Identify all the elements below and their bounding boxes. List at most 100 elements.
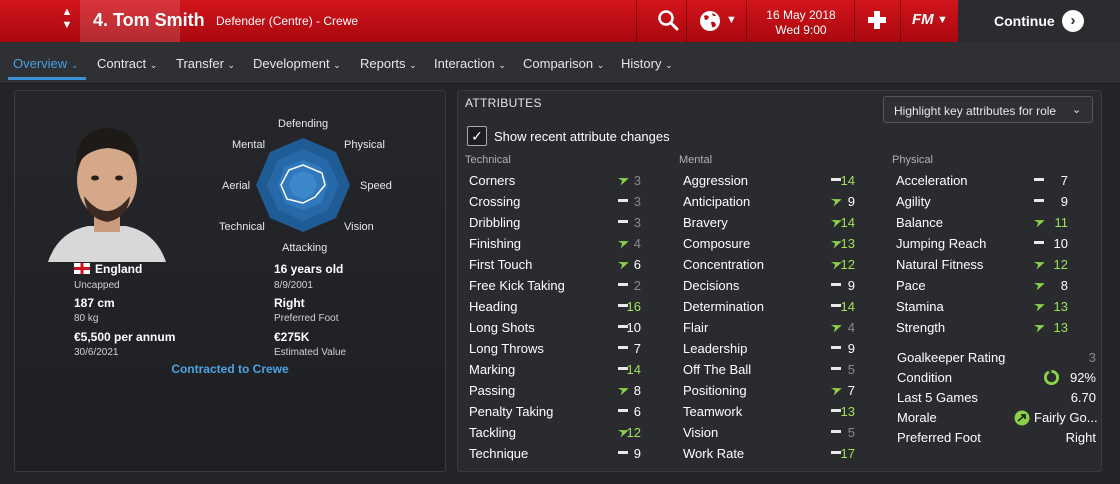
attribute-row[interactable]: Long Shots 10 <box>465 317 675 337</box>
mental-header: Mental <box>679 154 713 166</box>
attribute-row[interactable]: Vision 5 <box>679 422 889 442</box>
attribute-row[interactable]: Strength 13 <box>892 317 1102 337</box>
attribute-row[interactable]: Dribbling 3 <box>465 212 675 232</box>
attribute-row[interactable]: Aggression 14 <box>679 170 889 190</box>
attribute-row[interactable]: Marking 14 <box>465 359 675 379</box>
tab-label: Interaction <box>434 56 495 71</box>
nationality[interactable]: England <box>95 262 142 276</box>
attribute-value: 13 <box>1053 320 1068 335</box>
search-icon[interactable] <box>656 8 680 32</box>
tab-history[interactable]: History ⌄ <box>621 56 673 71</box>
attribute-row[interactable]: Concentration 12 <box>679 254 889 274</box>
condition-value: 92% <box>1069 370 1096 385</box>
attribute-row[interactable]: Decisions 9 <box>679 275 889 295</box>
attribute-row[interactable]: Stamina 13 <box>892 296 1102 316</box>
contracted-to-link[interactable]: Contracted to Crewe <box>0 362 460 376</box>
attribute-row[interactable]: First Touch 6 <box>465 254 675 274</box>
attribute-name: Bravery <box>683 215 728 230</box>
attribute-row[interactable]: Teamwork 13 <box>679 401 889 421</box>
time-text: Wed 9:00 <box>775 23 827 37</box>
attribute-value: 14 <box>840 173 855 188</box>
attribute-row[interactable]: Flair 4 <box>679 317 889 337</box>
attribute-row[interactable]: Agility 9 <box>892 191 1102 211</box>
morale-value: Fairly Go... <box>1034 410 1098 425</box>
divider <box>636 0 637 42</box>
preferred-foot-label: Preferred Foot <box>274 313 339 324</box>
attribute-row[interactable]: Off The Ball 5 <box>679 359 889 379</box>
preferred-foot-label: Preferred Foot <box>897 430 981 445</box>
show-changes-checkbox[interactable]: ✓ <box>467 126 487 146</box>
tab-development[interactable]: Development ⌄ <box>253 56 341 71</box>
show-changes-label[interactable]: Show recent attribute changes <box>494 129 670 144</box>
attribute-name: Off The Ball <box>683 362 752 377</box>
radar-label-mental: Mental <box>232 139 266 151</box>
attribute-value: 10 <box>1053 236 1068 251</box>
technical-header: Technical <box>465 154 511 166</box>
player-switch-arrows[interactable]: ▲ ▼ <box>56 6 78 36</box>
attribute-row[interactable]: Leadership 9 <box>679 338 889 358</box>
chevron-up-icon[interactable]: ▲ <box>56 6 78 19</box>
attribute-row[interactable]: Composure 13 <box>679 233 889 253</box>
attribute-value: 13 <box>1053 299 1068 314</box>
attribute-name: Tackling <box>469 425 516 440</box>
morale-label: Morale <box>897 410 937 425</box>
tab-overview[interactable]: Overview ⌄ <box>13 56 78 71</box>
tab-comparison[interactable]: Comparison ⌄ <box>523 56 604 71</box>
tab-contract[interactable]: Contract ⌄ <box>97 56 157 71</box>
attribute-name: Marking <box>469 362 516 377</box>
attribute-row[interactable]: Heading 16 <box>465 296 675 316</box>
tab-label: Transfer <box>176 56 224 71</box>
weight: 80 kg <box>74 313 99 324</box>
attribute-value: 6 <box>633 257 641 272</box>
continue-button[interactable]: Continue › <box>958 0 1120 42</box>
attribute-value: 9 <box>847 278 855 293</box>
radar-label-speed: Speed <box>360 180 392 192</box>
divider <box>854 0 855 42</box>
attribute-row[interactable]: Bravery 14 <box>679 212 889 232</box>
attribute-row[interactable]: Penalty Taking 6 <box>465 401 675 421</box>
attribute-row[interactable]: Tackling 12 <box>465 422 675 442</box>
attribute-row[interactable]: Free Kick Taking 2 <box>465 275 675 295</box>
chevron-down-icon[interactable]: ▼ <box>726 14 737 26</box>
attribute-row[interactable]: Natural Fitness 12 <box>892 254 1102 274</box>
attribute-name: Long Shots <box>469 320 535 335</box>
radar-label-aerial: Aerial <box>222 180 251 192</box>
tab-reports[interactable]: Reports ⌄ <box>360 56 417 71</box>
attribute-row[interactable]: Acceleration 7 <box>892 170 1102 190</box>
estimated-value-label: Estimated Value <box>274 347 347 358</box>
attribute-name: First Touch <box>469 257 533 272</box>
chevron-down-icon[interactable]: ▼ <box>56 19 78 32</box>
attribute-row[interactable]: Crossing 3 <box>465 191 675 211</box>
player-role: Defender (Centre) - Crewe <box>216 14 359 28</box>
attribute-value: 9 <box>847 341 855 356</box>
chevron-down-icon: ⌄ <box>333 60 341 70</box>
attribute-row[interactable]: Passing 8 <box>465 380 675 400</box>
tab-label: Comparison <box>523 56 594 71</box>
attribute-row[interactable]: Corners 3 <box>465 170 675 190</box>
attribute-row[interactable]: Jumping Reach 10 <box>892 233 1102 253</box>
attribute-value: 16 <box>626 299 641 314</box>
attribute-row[interactable]: Work Rate 17 <box>679 443 889 463</box>
globe-icon[interactable] <box>698 9 722 33</box>
tab-interaction[interactable]: Interaction ⌄ <box>434 56 506 71</box>
england-flag-icon <box>74 263 90 274</box>
chevron-down-icon[interactable]: ▼ <box>937 14 948 26</box>
player-name: 4. Tom Smith <box>93 10 205 30</box>
fm-menu-label[interactable]: FM <box>912 11 934 28</box>
last5-value: 6.70 <box>1070 390 1096 405</box>
tab-transfer[interactable]: Transfer ⌄ <box>176 56 235 71</box>
attribute-row[interactable]: Determination 14 <box>679 296 889 316</box>
attribute-row[interactable]: Anticipation 9 <box>679 191 889 211</box>
attribute-name: Work Rate <box>683 446 745 461</box>
attribute-row[interactable]: Technique 9 <box>465 443 675 463</box>
attribute-row[interactable]: Balance 11 <box>892 212 1102 232</box>
radar-label-physical: Physical <box>344 139 385 151</box>
game-date[interactable]: 16 May 2018 Wed 9:00 <box>760 8 842 38</box>
attribute-row[interactable]: Long Throws 7 <box>465 338 675 358</box>
physical-header: Physical <box>892 154 933 166</box>
attribute-row[interactable]: Positioning 7 <box>679 380 889 400</box>
highlight-role-dropdown[interactable]: Highlight key attributes for role ⌄ <box>883 96 1093 123</box>
medical-cross-icon[interactable] <box>866 9 888 31</box>
attribute-row[interactable]: Pace 8 <box>892 275 1102 295</box>
attribute-row[interactable]: Finishing 4 <box>465 233 675 253</box>
